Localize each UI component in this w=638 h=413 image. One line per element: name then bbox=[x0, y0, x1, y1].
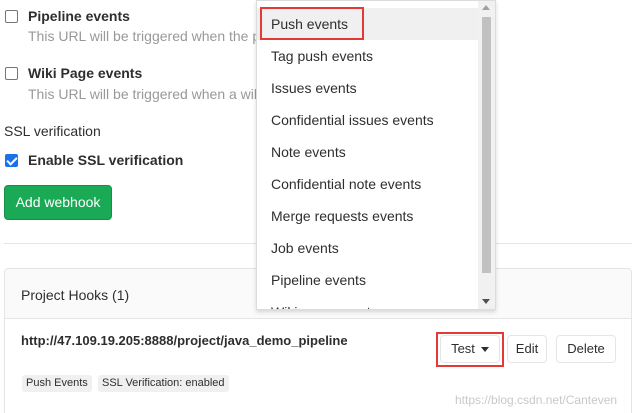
dropdown-item-merge-requests-events[interactable]: Merge requests events bbox=[257, 200, 478, 232]
watermark: https://blog.csdn.net/Canteven bbox=[455, 393, 618, 407]
pipeline-events-help: This URL will be triggered when the p bbox=[28, 28, 261, 44]
test-button-highlight bbox=[436, 332, 504, 367]
dropdown-scrollbar[interactable] bbox=[478, 1, 495, 309]
dropdown-item-tag-push-events[interactable]: Tag push events bbox=[257, 40, 478, 72]
dropdown-item-confidential-note-events[interactable]: Confidential note events bbox=[257, 168, 478, 200]
add-webhook-button[interactable]: Add webhook bbox=[4, 185, 112, 220]
dropdown-item-confidential-issues-events[interactable]: Confidential issues events bbox=[257, 104, 478, 136]
enable-ssl-label: Enable SSL verification bbox=[28, 152, 184, 168]
badge-push-events: Push Events bbox=[22, 375, 92, 392]
edit-button[interactable]: Edit bbox=[507, 335, 547, 363]
scroll-down-arrow-icon[interactable] bbox=[482, 299, 490, 304]
wiki-page-events-label: Wiki Page events bbox=[28, 65, 143, 81]
dropdown-item-wiki-page-events[interactable]: Wiki page events bbox=[257, 296, 478, 309]
pipeline-events-checkbox[interactable] bbox=[5, 10, 18, 23]
dropdown-item-job-events[interactable]: Job events bbox=[257, 232, 478, 264]
wiki-page-events-help: This URL will be triggered when a wik bbox=[28, 86, 261, 102]
push-events-highlight bbox=[260, 7, 364, 40]
project-hooks-title: Project Hooks (1) bbox=[21, 287, 130, 303]
pipeline-events-label: Pipeline events bbox=[28, 8, 130, 24]
scroll-up-arrow-icon[interactable] bbox=[482, 5, 490, 10]
badge-ssl-verification: SSL Verification: enabled bbox=[98, 375, 229, 392]
delete-button[interactable]: Delete bbox=[556, 335, 616, 363]
hook-url: http://47.109.19.205:8888/project/java_d… bbox=[21, 333, 348, 348]
wiki-page-events-checkbox[interactable] bbox=[5, 67, 18, 80]
test-events-dropdown[interactable]: Push events Tag push events Issues event… bbox=[256, 0, 496, 310]
scrollbar-thumb[interactable] bbox=[482, 17, 491, 273]
enable-ssl-checkbox[interactable] bbox=[5, 154, 18, 167]
ssl-verification-title: SSL verification bbox=[4, 123, 101, 139]
dropdown-item-issues-events[interactable]: Issues events bbox=[257, 72, 478, 104]
dropdown-item-note-events[interactable]: Note events bbox=[257, 136, 478, 168]
dropdown-item-pipeline-events[interactable]: Pipeline events bbox=[257, 264, 478, 296]
